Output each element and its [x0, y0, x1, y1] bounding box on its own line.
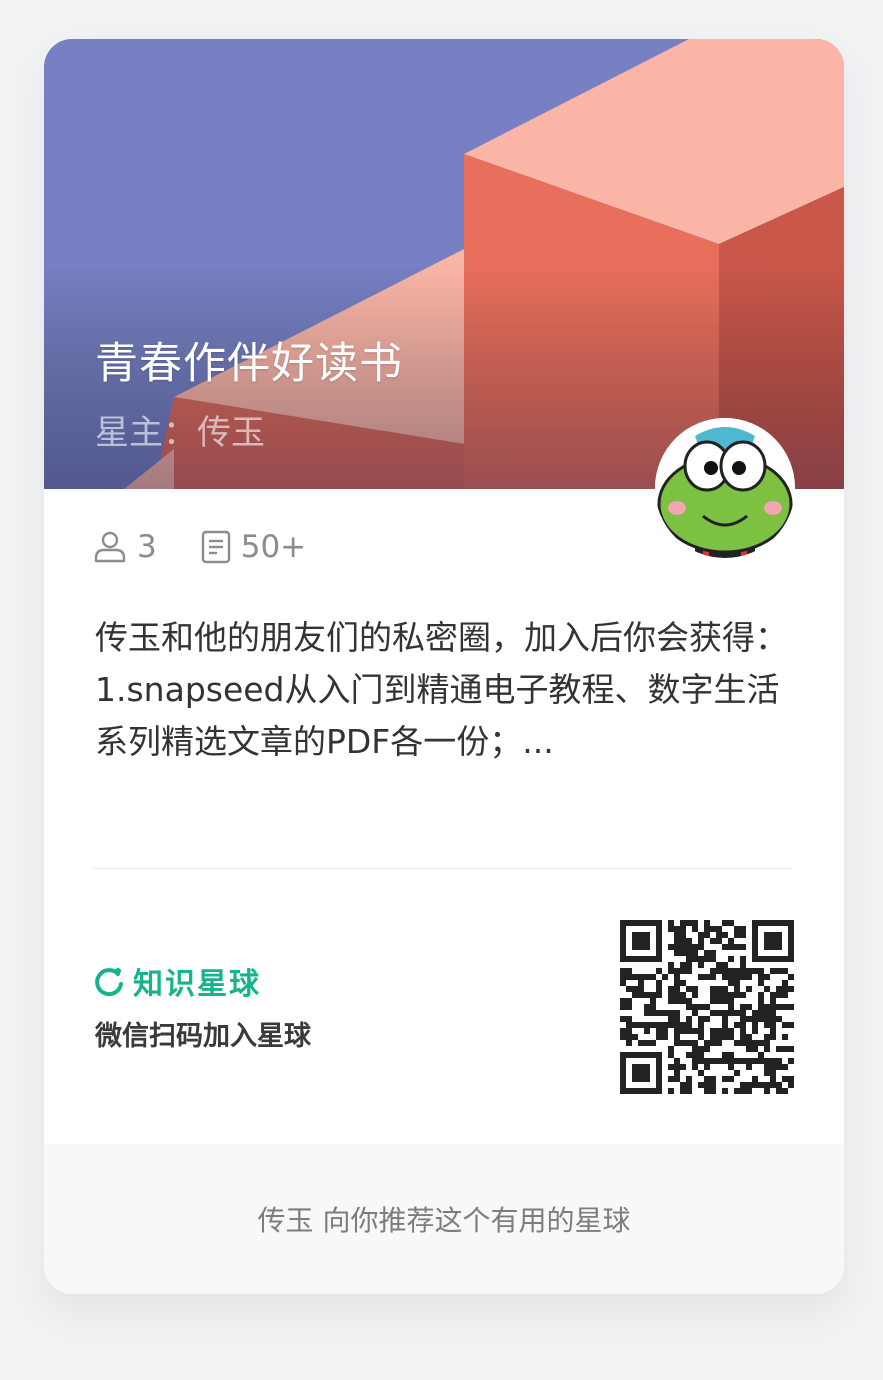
brand-logo: 知识星球 — [93, 959, 261, 1003]
brand-name: 知识星球 — [133, 967, 261, 1002]
user-icon — [94, 531, 126, 563]
description-benefits: 1.snapseed从入门到精通电子教程、数字生活系列精选文章的PDF各一份；.… — [95, 670, 780, 761]
qr-finder-pattern — [752, 920, 794, 962]
planet-description: 传玉和他的朋友们的私密圈，加入后你会获得： 1.snapseed从入门到精通电子… — [95, 612, 795, 768]
qr-code[interactable] — [620, 920, 794, 1094]
document-icon — [201, 530, 230, 564]
planet-stats: 3 50+ — [93, 525, 350, 569]
planet-share-card: 青春作伴好读书 星主：传玉 3 50+ 传玉和他的朋友们的私密圈，加入后你会获得… — [44, 39, 844, 1294]
recommend-text: 传玉 向你推荐这个有用的星球 — [257, 1204, 631, 1237]
description-intro: 传玉和他的朋友们的私密圈，加入后你会获得： — [95, 618, 788, 657]
owner-avatar[interactable] — [655, 418, 795, 558]
topic-count: 50+ — [201, 529, 306, 565]
member-count-value: 3 — [137, 529, 157, 565]
refresh-circle-icon — [95, 968, 123, 997]
topic-count-value: 50+ — [240, 529, 307, 565]
member-count: 3 — [93, 529, 157, 565]
qr-finder-pattern — [620, 920, 662, 962]
planet-owner: 星主：传玉 — [95, 413, 265, 453]
qr-finder-pattern — [620, 1052, 662, 1094]
planet-title: 青春作伴好读书 — [95, 339, 403, 389]
frog-avatar-icon — [655, 418, 795, 558]
recommend-footer: 传玉 向你推荐这个有用的星球 — [44, 1144, 844, 1294]
divider — [93, 868, 793, 869]
scan-to-join-label: 微信扫码加入星球 — [95, 1021, 311, 1052]
